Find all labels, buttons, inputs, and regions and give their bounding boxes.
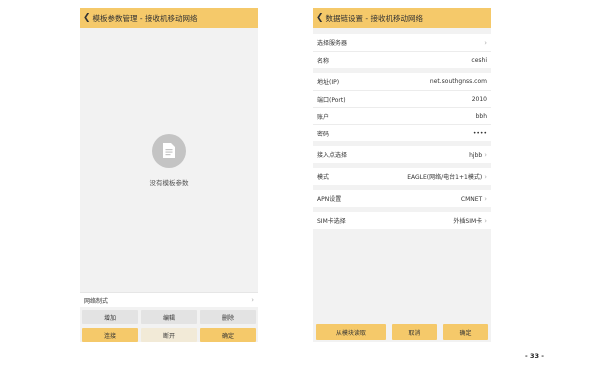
row-label: SIM卡选择 — [317, 218, 346, 225]
page-number: - 33 - — [525, 352, 544, 360]
confirm-button[interactable]: 确定 — [200, 328, 256, 342]
template-params-screen: ❮ 模板参数管理 - 接收机移动网络 没有模板参数 网络制式 › 增加 编辑 删… — [80, 8, 258, 342]
row-value: hjbb — [469, 151, 483, 159]
row-value: •••• — [472, 129, 487, 137]
sim-row[interactable]: SIM卡选择 外插SIM卡 › — [313, 212, 491, 229]
confirm-button[interactable]: 确定 — [442, 324, 489, 340]
account-row[interactable]: 账户 bbh — [313, 107, 491, 124]
port-row[interactable]: 端口(Port) 2010 — [313, 90, 491, 107]
bottom-button-row: 从模块读取 取消 确定 — [316, 324, 489, 340]
title-bar: ❮ 模板参数管理 - 接收机移动网络 — [80, 8, 258, 28]
button-row-2: 连接 断开 确定 — [82, 328, 256, 342]
chevron-right-icon: › — [251, 296, 254, 304]
screen-title: 数据链设置 - 接收机移动网络 — [325, 13, 424, 23]
row-label: 接入点选择 — [317, 152, 348, 159]
row-value: bbh — [475, 112, 487, 120]
back-chevron-icon[interactable]: ❮ — [316, 13, 324, 23]
row-value: ceshi — [471, 56, 487, 64]
add-button[interactable]: 增加 — [82, 310, 138, 324]
document-icon — [152, 133, 186, 168]
row-label: 密码 — [317, 130, 330, 138]
connect-button[interactable]: 连接 — [82, 328, 138, 342]
empty-state: 没有模板参数 — [80, 28, 258, 292]
row-label: 名称 — [317, 57, 330, 65]
title-bar: ❮ 数据链设置 - 接收机移动网络 — [313, 8, 491, 28]
select-server-row[interactable]: 选择服务器 › — [313, 34, 491, 51]
disconnect-button[interactable]: 断开 — [141, 328, 197, 342]
address-row[interactable]: 地址(IP) net.southgnss.com — [313, 73, 491, 90]
name-row[interactable]: 名称 ceshi — [313, 51, 491, 68]
row-label: APN设置 — [317, 196, 342, 203]
edit-button[interactable]: 编辑 — [141, 310, 197, 324]
empty-text: 没有模板参数 — [149, 178, 189, 187]
chevron-right-icon: › — [484, 150, 487, 159]
datalink-settings-screen: ❮ 数据链设置 - 接收机移动网络 选择服务器 › 名称 ceshi 地址(IP… — [313, 8, 491, 342]
row-value: net.southgnss.com — [429, 78, 487, 85]
row-label: 账户 — [317, 113, 330, 121]
network-mode-row[interactable]: 网络制式 › — [80, 292, 258, 307]
row-value: CMNET — [460, 195, 483, 203]
network-mode-label: 网络制式 — [84, 297, 109, 305]
row-label: 选择服务器 — [317, 40, 348, 47]
mode-row[interactable]: 模式 EAGLE(网络/电台1+1模式) › — [313, 168, 491, 185]
read-from-module-button[interactable]: 从模块读取 — [316, 324, 386, 340]
settings-list: 选择服务器 › 名称 ceshi 地址(IP) net.southgnss.co… — [313, 34, 491, 229]
row-label: 端口(Port) — [317, 96, 346, 104]
button-row-1: 增加 编辑 删除 — [82, 310, 256, 324]
access-point-row[interactable]: 接入点选择 hjbb › — [313, 146, 491, 163]
delete-button[interactable]: 删除 — [200, 310, 256, 324]
row-label: 模式 — [317, 174, 330, 181]
chevron-right-icon: › — [484, 38, 487, 47]
apn-row[interactable]: APN设置 CMNET › — [313, 190, 491, 207]
screen-title: 模板参数管理 - 接收机移动网络 — [92, 13, 198, 23]
cancel-button[interactable]: 取消 — [391, 324, 437, 340]
row-value: 2010 — [471, 95, 487, 103]
row-value: EAGLE(网络/电台1+1模式) — [407, 174, 483, 181]
row-label: 地址(IP) — [317, 79, 340, 86]
chevron-right-icon: › — [484, 217, 487, 225]
password-row[interactable]: 密码 •••• — [313, 124, 491, 141]
chevron-right-icon: › — [484, 173, 487, 181]
chevron-right-icon: › — [484, 194, 487, 203]
row-value: 外插SIM卡 — [453, 218, 483, 225]
back-chevron-icon[interactable]: ❮ — [83, 13, 91, 23]
